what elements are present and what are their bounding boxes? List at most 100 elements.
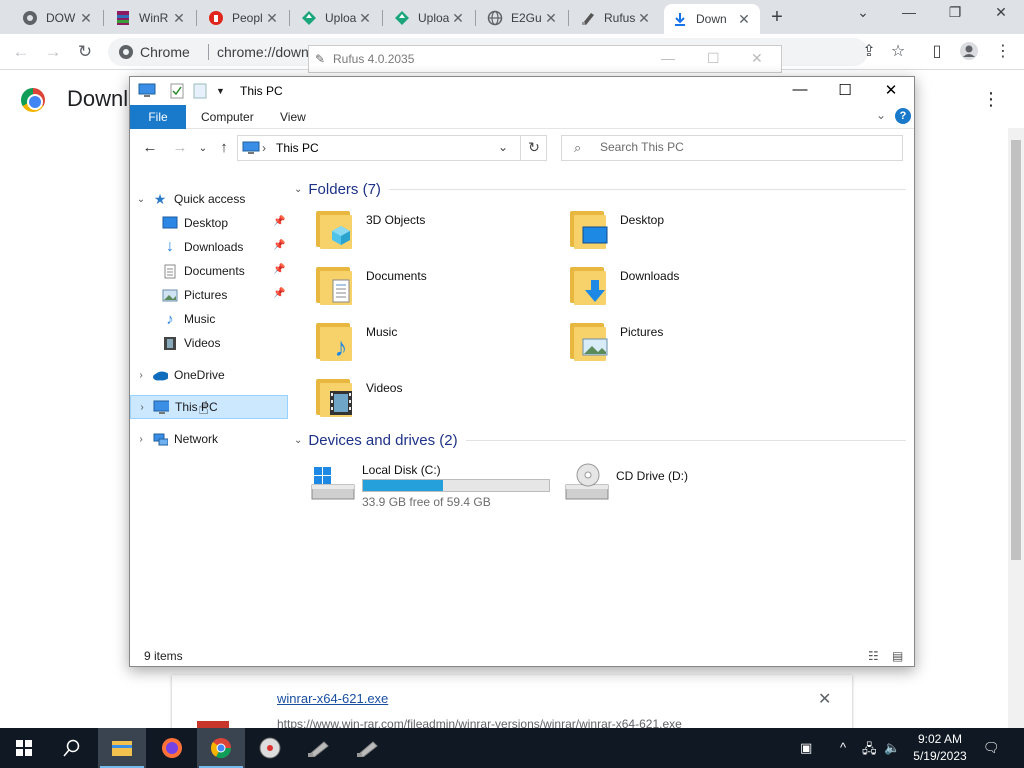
side-panel-icon[interactable]: ▯ <box>926 41 948 63</box>
close-window-button[interactable]: ✕ <box>986 4 1016 21</box>
help-icon[interactable]: ? <box>895 108 911 124</box>
notifications-icon[interactable]: 🗨 <box>983 740 1000 756</box>
scrollbar-thumb[interactable] <box>1011 140 1021 560</box>
expanded-chevron-icon[interactable]: ⌄ <box>130 194 152 205</box>
folder-desktop[interactable]: Desktop <box>568 209 808 257</box>
network-status-icon[interactable]: 🖧 <box>862 740 877 762</box>
explorer-search-box[interactable]: ⌕ <box>561 135 903 161</box>
devices-group-header[interactable]: ⌄ Devices and drives (2) <box>294 432 906 449</box>
collapsed-chevron-icon[interactable]: › <box>130 370 152 381</box>
nav-pictures[interactable]: Pictures 📌 <box>130 283 288 307</box>
nav-desktop[interactable]: Desktop 📌 <box>130 211 288 235</box>
tab-upload-2[interactable]: Uploa ✕ <box>386 4 474 32</box>
search-input[interactable] <box>600 140 890 154</box>
collapse-group-chevron-icon[interactable]: ⌄ <box>294 435 302 446</box>
tab-upload-1[interactable]: Uploa ✕ <box>293 4 381 32</box>
nav-onedrive[interactable]: › OneDrive <box>130 363 288 387</box>
close-icon[interactable]: ✕ <box>736 11 752 28</box>
reload-button[interactable]: ↻ <box>74 41 96 63</box>
tab-view[interactable]: View <box>280 110 306 124</box>
folder-pictures[interactable]: Pictures <box>568 321 808 369</box>
taskbar-rufus-1[interactable] <box>295 728 343 768</box>
folders-group-header[interactable]: ⌄ Folders (7) <box>294 181 906 198</box>
collapsed-chevron-icon[interactable]: › <box>130 434 152 445</box>
tab-people[interactable]: Peopl ✕ <box>200 4 288 32</box>
tab-winrar[interactable]: WinR ✕ <box>107 4 195 32</box>
nav-quick-access[interactable]: ⌄ ★ Quick access <box>130 187 288 211</box>
up-button[interactable]: ↑ <box>214 139 234 156</box>
taskbar-clock[interactable]: 9:02 AM 5/19/2023 <box>910 731 970 765</box>
nav-music[interactable]: ♪ Music <box>130 307 288 331</box>
download-filename-link[interactable]: winrar-x64-621.exe <box>277 691 388 706</box>
show-hidden-icons-chevron-icon[interactable]: ^ <box>840 740 846 755</box>
drive-local-disk-c[interactable]: Local Disk (C:) 33.9 GB free of 59.4 GB <box>310 461 560 509</box>
page-menu-icon[interactable]: ⋮ <box>982 89 1000 110</box>
nav-downloads[interactable]: ↓ Downloads 📌 <box>130 235 288 259</box>
nav-this-pc[interactable]: › This PC <box>130 395 288 419</box>
close-icon[interactable]: ✕ <box>171 10 187 27</box>
breadcrumb-separator-icon[interactable]: › <box>262 141 266 155</box>
restore-button[interactable]: ❐ <box>940 4 970 21</box>
folder-downloads[interactable]: Downloads <box>568 265 808 313</box>
rufus-close-button[interactable]: ✕ <box>751 50 763 67</box>
tab-downloads-active[interactable]: Down ✕ <box>664 4 760 34</box>
chrome-menu-icon[interactable]: ⋮ <box>992 41 1014 63</box>
tab-e2guide[interactable]: E2Gu ✕ <box>479 4 567 32</box>
breadcrumb-location[interactable]: This PC <box>276 141 319 155</box>
taskbar-chrome[interactable] <box>197 728 245 768</box>
back-button[interactable]: ← <box>10 41 32 63</box>
recent-locations-chevron-icon[interactable]: ⌄ <box>193 143 213 154</box>
address-dropdown-chevron-icon[interactable]: ⌄ <box>498 140 508 154</box>
rufus-minimize-button[interactable]: — <box>661 50 675 66</box>
share-icon[interactable]: ⇪ <box>858 41 880 63</box>
folder-music[interactable]: ♪ Music <box>314 321 554 369</box>
details-view-icon[interactable]: ☷ <box>868 649 879 663</box>
folder-documents[interactable]: Documents <box>314 265 554 313</box>
nav-videos[interactable]: Videos <box>130 331 288 355</box>
keyboard-layout-icon[interactable]: ▣ <box>800 740 812 756</box>
customize-quick-access-icon[interactable]: ▼ <box>216 86 225 96</box>
profile-avatar-icon[interactable] <box>958 41 980 63</box>
rufus-maximize-button[interactable]: ☐ <box>707 50 720 67</box>
page-scrollbar[interactable] <box>1008 128 1024 728</box>
taskbar-firefox[interactable] <box>148 728 196 768</box>
new-tab-button[interactable]: + <box>766 7 788 29</box>
explorer-forward-button[interactable]: → <box>170 139 190 156</box>
bookmark-star-icon[interactable]: ☆ <box>887 41 909 63</box>
taskbar-disc-app[interactable] <box>246 728 294 768</box>
site-info[interactable]: Chrome <box>118 44 190 60</box>
remove-download-button[interactable]: ✕ <box>818 689 831 709</box>
close-icon[interactable]: ✕ <box>450 10 466 27</box>
tab-computer[interactable]: Computer <box>201 110 254 124</box>
large-icons-view-icon[interactable]: ▤ <box>892 649 903 663</box>
explorer-minimize-button[interactable]: — <box>785 81 815 98</box>
nav-network[interactable]: › Network <box>130 427 288 451</box>
folder-videos[interactable]: Videos <box>314 377 554 425</box>
explorer-close-button[interactable]: ✕ <box>876 81 906 99</box>
tab-rufus[interactable]: Rufus ✕ <box>572 4 660 32</box>
search-button[interactable] <box>48 728 96 768</box>
expand-ribbon-chevron-icon[interactable]: ⌄ <box>876 108 886 122</box>
properties-quick-icon[interactable] <box>170 83 184 102</box>
taskbar-rufus-2[interactable] <box>344 728 392 768</box>
tab-file[interactable]: File <box>130 105 186 129</box>
nav-documents[interactable]: Documents 📌 <box>130 259 288 283</box>
minimize-button[interactable]: — <box>894 4 924 20</box>
tab-search-chevron-icon[interactable]: ⌄ <box>848 4 878 21</box>
folder-3d-objects[interactable]: 3D Objects <box>314 209 554 257</box>
close-icon[interactable]: ✕ <box>78 10 94 27</box>
collapsed-chevron-icon[interactable]: › <box>131 402 153 413</box>
explorer-maximize-button[interactable]: ☐ <box>830 81 860 99</box>
close-icon[interactable]: ✕ <box>357 10 373 27</box>
close-icon[interactable]: ✕ <box>543 10 559 27</box>
volume-muted-icon[interactable]: 🔈 <box>884 740 900 756</box>
start-button[interactable] <box>0 728 48 768</box>
collapse-group-chevron-icon[interactable]: ⌄ <box>294 184 302 195</box>
taskbar-file-explorer[interactable] <box>98 728 146 768</box>
explorer-address-bar[interactable]: › This PC ⌄ <box>237 135 547 161</box>
explorer-refresh-button[interactable]: ↻ <box>520 135 547 161</box>
close-icon[interactable]: ✕ <box>264 10 280 27</box>
new-folder-quick-icon[interactable] <box>193 83 207 102</box>
explorer-back-button[interactable]: ← <box>140 139 160 156</box>
tab-downloads-drive[interactable]: DOW ✕ <box>14 4 102 32</box>
